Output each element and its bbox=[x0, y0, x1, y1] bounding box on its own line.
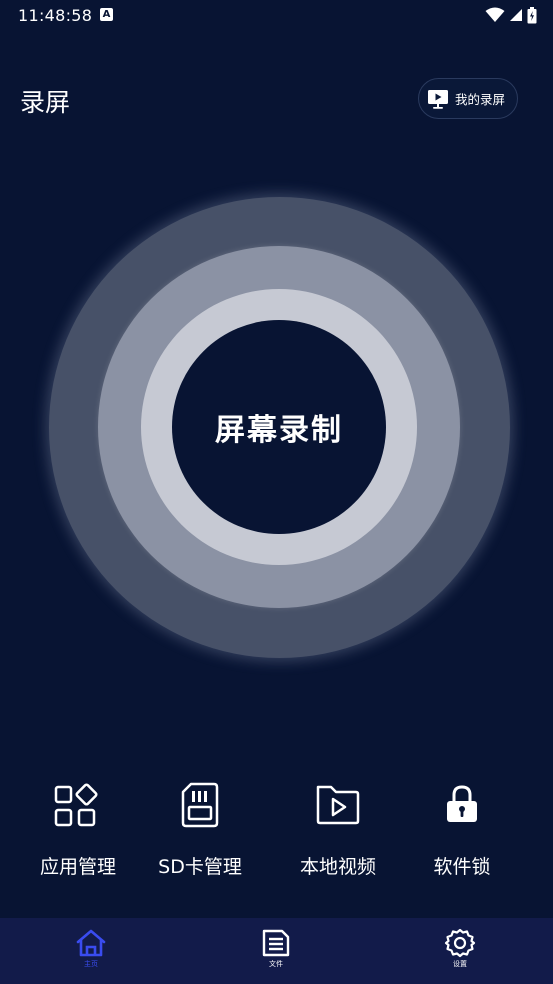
wifi-icon bbox=[485, 7, 505, 22]
status-indicators bbox=[485, 5, 537, 25]
sd-card-icon bbox=[181, 782, 219, 828]
notification-a-icon: A bbox=[100, 8, 113, 21]
nav-label-settings: 设置 bbox=[453, 960, 467, 968]
feature-label: 本地视频 bbox=[299, 856, 376, 878]
page-title: 录屏 bbox=[20, 88, 71, 117]
lock-icon bbox=[447, 785, 477, 822]
screen-record-button[interactable]: 屏幕录制 bbox=[172, 320, 386, 534]
battery-icon bbox=[527, 6, 537, 23]
feature-label: SD卡管理 bbox=[158, 856, 242, 878]
nav-label-home: 主页 bbox=[84, 960, 98, 968]
nav-item-files[interactable]: 文件 bbox=[236, 928, 316, 969]
video-folder-icon bbox=[316, 785, 360, 825]
feature-label: 应用管理 bbox=[39, 856, 116, 878]
my-recordings-label: 我的录屏 bbox=[455, 92, 506, 107]
my-recordings-button[interactable]: 我的录屏 bbox=[418, 78, 518, 119]
feature-local-video[interactable]: 本地视频 bbox=[268, 780, 408, 879]
file-list-icon bbox=[262, 929, 290, 957]
grid-apps-icon bbox=[54, 783, 98, 827]
feature-label: 软件锁 bbox=[433, 856, 491, 878]
bottom-navigation: 主页 文件 设置 bbox=[0, 918, 553, 984]
feature-sd-card-management[interactable]: SD卡管理 bbox=[130, 780, 270, 879]
gear-icon bbox=[444, 928, 476, 958]
status-time: 11:48:58 bbox=[18, 6, 93, 25]
screen-record-label: 屏幕录制 bbox=[215, 413, 343, 448]
notification-a-letter: A bbox=[102, 9, 111, 20]
nav-item-home[interactable]: 主页 bbox=[51, 928, 131, 969]
home-icon bbox=[76, 929, 106, 957]
feature-app-lock[interactable]: 软件锁 bbox=[392, 780, 532, 879]
monitor-play-icon bbox=[428, 89, 448, 109]
signal-icon bbox=[510, 9, 522, 21]
status-bar: 11:48:58 A bbox=[0, 0, 553, 32]
nav-label-files: 文件 bbox=[269, 960, 283, 968]
nav-item-settings[interactable]: 设置 bbox=[420, 928, 500, 969]
feature-app-management[interactable]: 应用管理 bbox=[8, 780, 148, 879]
